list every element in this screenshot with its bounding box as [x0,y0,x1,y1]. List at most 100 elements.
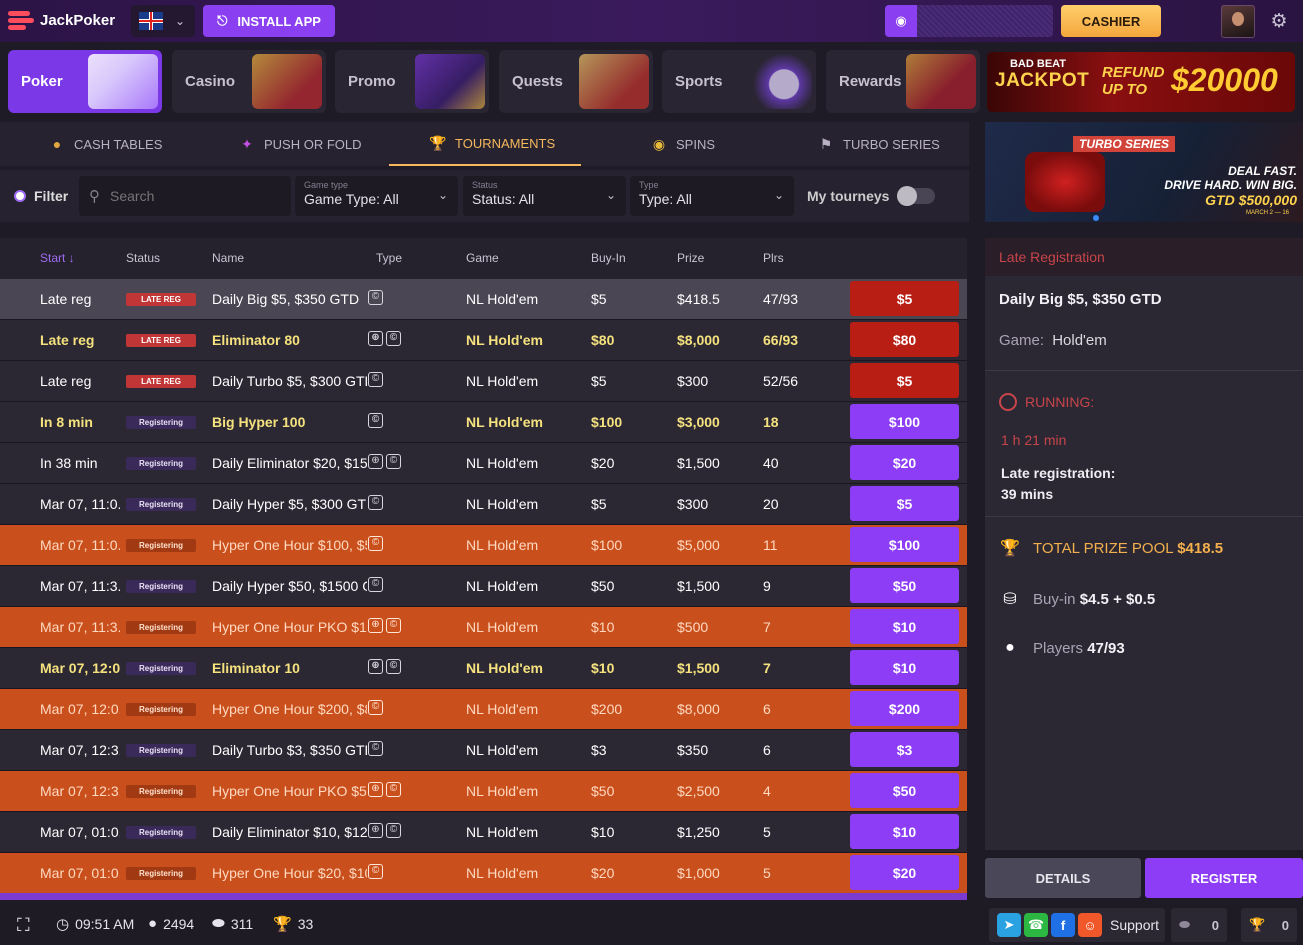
tournaments-count: 🏆 33 [273,915,313,933]
eye-icon[interactable]: ◉ [885,5,917,37]
col-start[interactable]: Start ↓ [40,251,75,265]
telegram-icon[interactable]: ➤ [997,913,1021,937]
trophy-icon: 🏆 [429,134,447,151]
facebook-icon[interactable]: f [1051,913,1075,937]
support-agent-icon[interactable]: ☺ [1078,913,1102,937]
table-row[interactable]: Mar 07, 11:3... Registering Hyper One Hour… [0,607,967,648]
table-row[interactable]: Mar 07, 11:0... Registering Hyper One Hour… [0,525,967,566]
col-buyin[interactable]: Buy-In [591,251,626,265]
type-select[interactable]: Type Type: All ⌄ [630,176,794,216]
buyin-label: Buy-in [1033,590,1076,608]
open-tables-counter[interactable]: ⬬ 0 [1171,908,1227,942]
buyin-button[interactable]: $3 [850,732,959,767]
cashier-button[interactable]: CASHIER [1061,5,1161,37]
players-online-count: 2494 [163,915,195,932]
buyin-button[interactable]: $10 [850,814,959,849]
buyin-button[interactable]: $10 [850,609,959,644]
buyin-button[interactable]: $100 [850,527,959,562]
tab-cash-tables[interactable]: ● CASH TABLES [48,122,163,166]
col-status[interactable]: Status [126,251,160,265]
promo-tag: TURBO SERIES [1073,136,1176,152]
toggle-switch[interactable] [897,186,936,206]
category-quests[interactable]: Quests [499,50,653,113]
col-game[interactable]: Game [466,251,499,265]
buyin-button[interactable]: $50 [850,568,959,603]
tab-turbo-series[interactable]: ⚑ TURBO SERIES [817,122,940,166]
cell-players: 6 [763,701,771,717]
table-row[interactable]: Late reg LATE REG Eliminator 80 ⊕ © NL Hold'e… [0,320,967,361]
user-icon: ● [148,915,158,932]
cell-start: Late reg [40,373,92,389]
my-tourneys-toggle[interactable]: My tourneys [807,186,936,206]
status-select[interactable]: Status Status: All ⌄ [463,176,626,216]
buyin-button[interactable]: $10 [850,650,959,685]
category-label: Quests [512,73,563,90]
register-button[interactable]: REGISTER [1145,858,1303,898]
running-label: RUNNING: [1025,394,1095,410]
buyin-button[interactable]: $5 [850,281,959,316]
type-icons: © [368,577,383,592]
buyin-button[interactable]: $50 [850,773,959,808]
cell-prize: $418.5 [677,291,720,307]
turbo-series-banner[interactable]: TURBO SERIES DEAL FAST. DRIVE HARD. WIN … [985,122,1303,222]
install-app-button[interactable]: ⎋ INSTALL APP [203,5,335,37]
table-row[interactable]: In 8 min Registering Big Hyper 100 © NL Hold… [0,402,967,443]
category-rewards[interactable]: Rewards [826,50,980,113]
table-row[interactable]: Mar 07, 12:0... Registering Eliminator 10 ⊕… [0,648,967,689]
gear-icon[interactable]: ⚙ [1264,7,1294,35]
buyin-button[interactable]: $20 [850,855,959,890]
buyin-button[interactable]: $5 [850,486,959,521]
running-status: RUNNING: [999,393,1094,411]
details-button[interactable]: DETAILS [985,858,1141,898]
guaranteed-icon: © [368,372,383,387]
col-players[interactable]: Plrs [763,251,784,265]
table-row[interactable]: Mar 07, 12:0... Registering Hyper One Hour… [0,689,967,730]
support-widget[interactable]: ➤ ☎ f ☺ Support [989,908,1165,942]
table-row[interactable]: Late reg LATE REG Daily Turbo $5, $300 GTD… [0,361,967,402]
filter-toggle[interactable]: Filter [14,188,68,204]
category-poker[interactable]: Poker [8,50,162,113]
tab-push-or-fold[interactable]: ✦ PUSH OR FOLD [238,122,361,166]
select-value: Game Type: All [304,191,399,207]
avatar[interactable] [1221,5,1255,38]
whatsapp-icon[interactable]: ☎ [1024,913,1048,937]
buyin-button[interactable]: $200 [850,691,959,726]
tab-spins[interactable]: ◉ SPINS [650,122,715,166]
guaranteed-icon: © [368,577,383,592]
status-badge: Registering [126,867,196,880]
carousel-dot[interactable] [1093,215,1099,221]
category-casino[interactable]: Casino [172,50,326,113]
table-row[interactable]: Mar 07, 11:3... Registering Daily Hyper $5… [0,566,967,607]
brand-name: JackPoker [40,11,116,29]
cell-prize: $300 [677,373,709,389]
table-row[interactable]: Late reg LATE REG Daily Big $5, $350 GTD © N… [0,279,967,320]
logo[interactable]: JackPoker [8,8,115,32]
table-row[interactable]: In 38 min Registering Daily Eliminator $20… [0,443,967,484]
col-type[interactable]: Type [376,251,402,265]
open-tournaments-counter[interactable]: 🏆 0 [1241,908,1297,942]
poker-cards-icon [88,54,158,109]
buyin-button[interactable]: $80 [850,322,959,357]
table-row[interactable]: Mar 07, 12:3... Registering Hyper One Hour… [0,771,967,812]
fullscreen-button[interactable]: ⛶ [17,915,30,936]
table-row[interactable]: Mar 07, 01:0... Registering Daily Eliminat… [0,812,967,853]
table-row[interactable]: Mar 07, 11:0... Registering Daily Hyper $5… [0,484,967,525]
knockout-icon: ⊕ [368,454,383,469]
category-promo[interactable]: Promo [335,50,489,113]
buyin-button[interactable]: $5 [850,363,959,398]
buyin-button[interactable]: $20 [850,445,959,480]
coins-icon: ⛁ [1003,591,1017,608]
language-selector[interactable]: ⌄ [131,5,195,37]
game-type-select[interactable]: Game type Game Type: All ⌄ [295,176,458,216]
status-badge: Registering [126,498,196,511]
tab-tournaments[interactable]: 🏆 TOURNAMENTS [389,122,581,166]
bad-beat-jackpot-banner[interactable]: BAD BEAT JACKPOT REFUND UP TO $20000 [987,52,1295,112]
buyin-button[interactable]: $100 [850,404,959,439]
category-sports[interactable]: Sports [662,50,816,113]
table-row[interactable]: Mar 07, 12:3... Registering Daily Turbo $3… [0,730,967,771]
col-name[interactable]: Name [212,251,244,265]
table-row[interactable]: Mar 07, 01:0... Registering Hyper One Hour… [0,853,967,894]
search-input[interactable] [110,188,270,204]
col-prize[interactable]: Prize [677,251,704,265]
cell-name: Big Hyper 100 [212,414,306,430]
